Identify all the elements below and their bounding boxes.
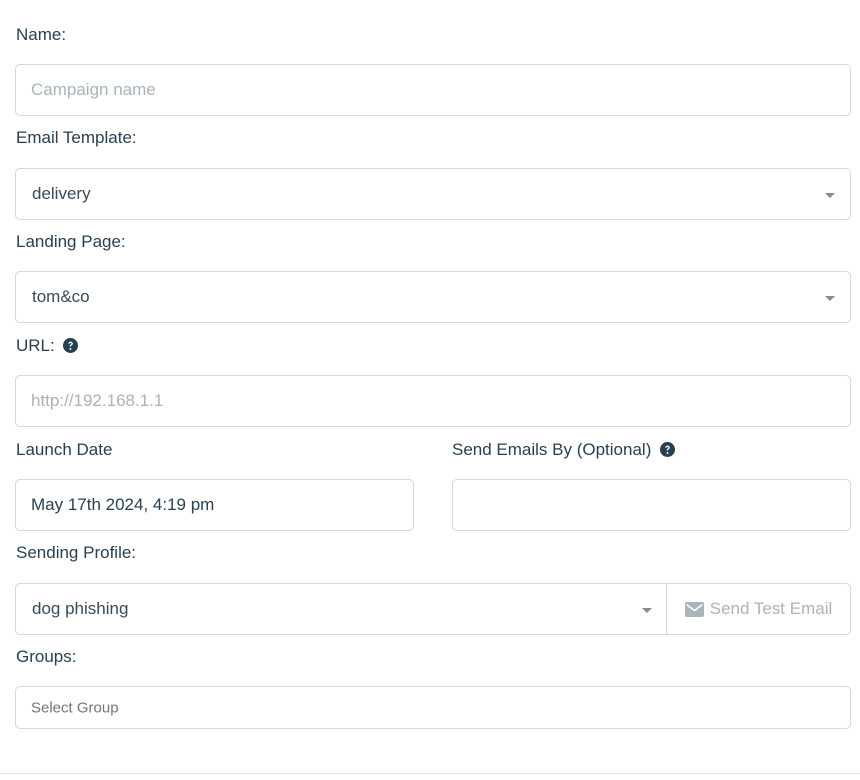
url-input[interactable] (15, 375, 851, 427)
divider (0, 773, 860, 774)
question-circle-icon[interactable] (63, 338, 79, 353)
email-template-selected: delivery (32, 184, 91, 203)
groups-select[interactable] (15, 686, 851, 729)
groups-search-input[interactable] (31, 699, 123, 716)
send-test-email-button[interactable]: Send Test Email (667, 583, 851, 635)
send-test-email-label: Send Test Email (709, 599, 833, 618)
campaign-name-input[interactable] (15, 64, 851, 116)
landing-page-selected: tom&co (32, 287, 90, 306)
landing-page-select[interactable]: tom&co (15, 271, 851, 323)
send-by-label: Send Emails By (Optional) (452, 440, 652, 459)
send-by-input[interactable] (452, 479, 851, 531)
url-label: URL: (16, 336, 55, 355)
email-template-select[interactable]: delivery (15, 168, 851, 220)
email-template-label: Email Template: (16, 128, 137, 147)
landing-page-label: Landing Page: (16, 232, 126, 251)
groups-label: Groups: (16, 647, 77, 666)
sending-profile-label: Sending Profile: (16, 543, 137, 562)
caret-down-icon (642, 608, 652, 613)
envelope-icon (684, 601, 704, 617)
sending-profile-select[interactable]: dog phishing (15, 583, 667, 635)
send-by-label-row: Send Emails By (Optional) (452, 440, 676, 460)
question-circle-icon[interactable] (660, 442, 676, 457)
sending-profile-selected: dog phishing (32, 599, 129, 618)
caret-down-icon (825, 296, 835, 301)
name-label: Name: (16, 25, 67, 44)
caret-down-icon (825, 193, 835, 198)
launch-date-input[interactable] (15, 479, 414, 531)
url-label-row: URL: (16, 336, 79, 356)
launch-date-label: Launch Date (16, 440, 113, 459)
